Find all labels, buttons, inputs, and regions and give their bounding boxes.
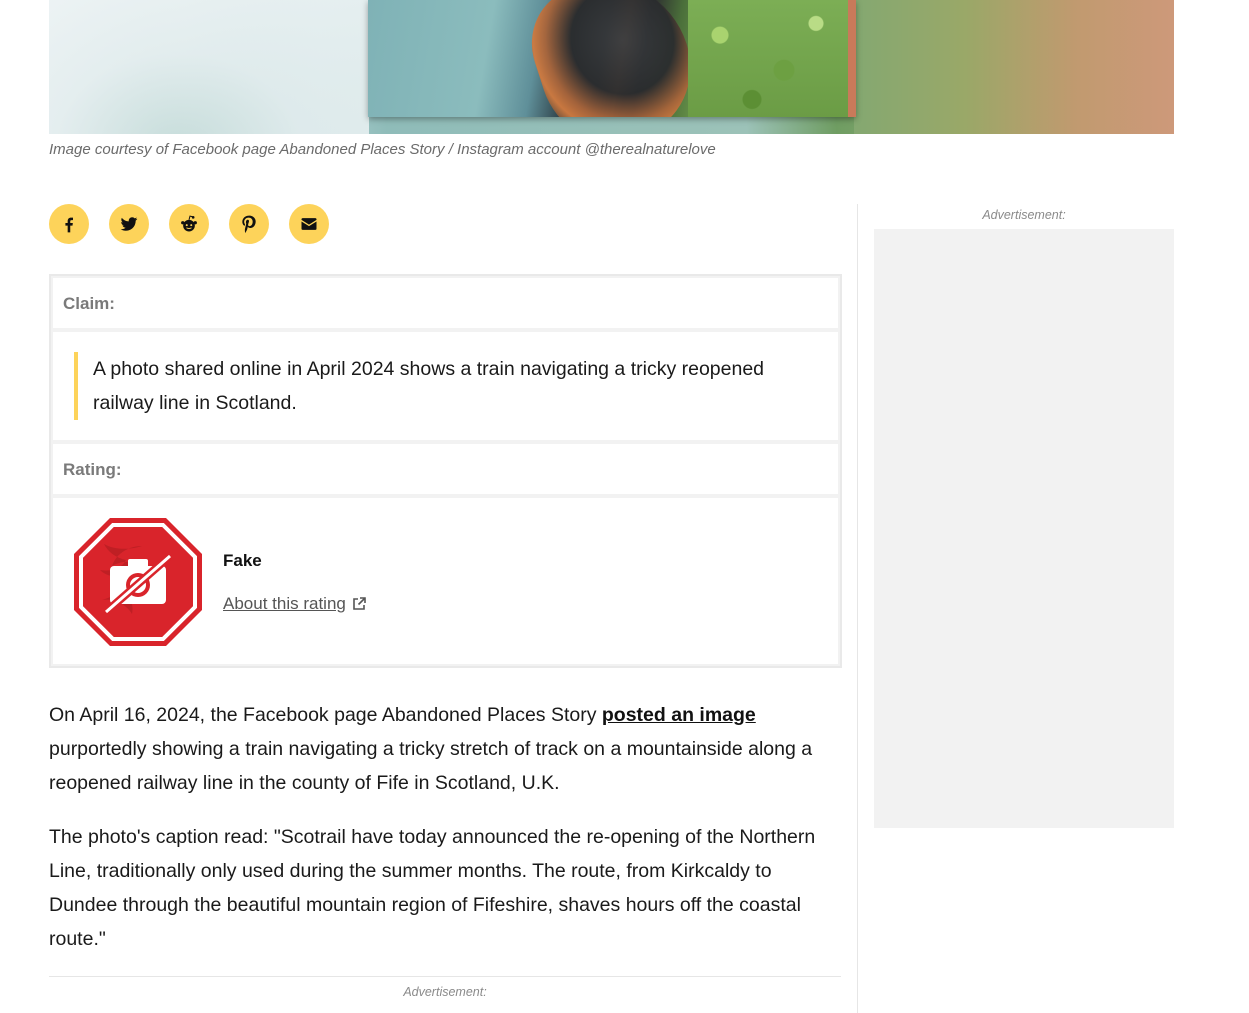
- train-photo: [368, 0, 856, 117]
- inline-ad-label: Advertisement:: [403, 985, 487, 999]
- about-rating-link[interactable]: About this rating: [223, 594, 366, 614]
- external-link-icon: [353, 597, 366, 610]
- sidebar-ad-slot[interactable]: [874, 229, 1174, 828]
- share-pinterest-button[interactable]: [229, 204, 269, 244]
- rating-header: Rating:: [53, 444, 838, 494]
- claim-label: Claim:: [63, 294, 115, 313]
- fact-check-box: Claim: A photo shared online in April 20…: [49, 274, 842, 668]
- claim-header: Claim:: [53, 278, 838, 328]
- article-hero-image: [49, 0, 1174, 134]
- sidebar-ad-label: Advertisement:: [982, 208, 1066, 222]
- rating-value: Fake: [223, 551, 262, 570]
- share-reddit-button[interactable]: [169, 204, 209, 244]
- rating-section: Fake About this rating: [53, 498, 838, 664]
- article-paragraph-1: On April 16, 2024, the Facebook page Aba…: [49, 704, 813, 794]
- fake-stop-sign-icon: [74, 518, 202, 646]
- article-paragraph-2: The photo's caption read: "Scotrail have…: [49, 826, 816, 950]
- twitter-icon: [120, 217, 138, 231]
- claim-section: A photo shared online in April 2024 show…: [53, 332, 838, 440]
- article-page: Image courtesy of Facebook page Abandone…: [0, 0, 1249, 1013]
- image-caption: Image courtesy of Facebook page Abandone…: [49, 141, 716, 158]
- pinterest-icon: [242, 215, 256, 233]
- facebook-icon: [65, 217, 73, 233]
- content-divider: [49, 976, 841, 977]
- share-email-button[interactable]: [289, 204, 329, 244]
- sidebar-divider: [857, 204, 858, 1013]
- share-facebook-button[interactable]: [49, 204, 89, 244]
- reddit-icon: [181, 215, 197, 232]
- envelope-icon: [301, 218, 317, 230]
- claim-text: A photo shared online in April 2024 show…: [74, 352, 813, 420]
- about-rating-link-text[interactable]: About this rating: [223, 594, 346, 614]
- posted-image-link[interactable]: posted an image: [602, 704, 756, 726]
- rating-label: Rating:: [63, 460, 122, 479]
- share-twitter-button[interactable]: [109, 204, 149, 244]
- share-bar: [49, 204, 329, 244]
